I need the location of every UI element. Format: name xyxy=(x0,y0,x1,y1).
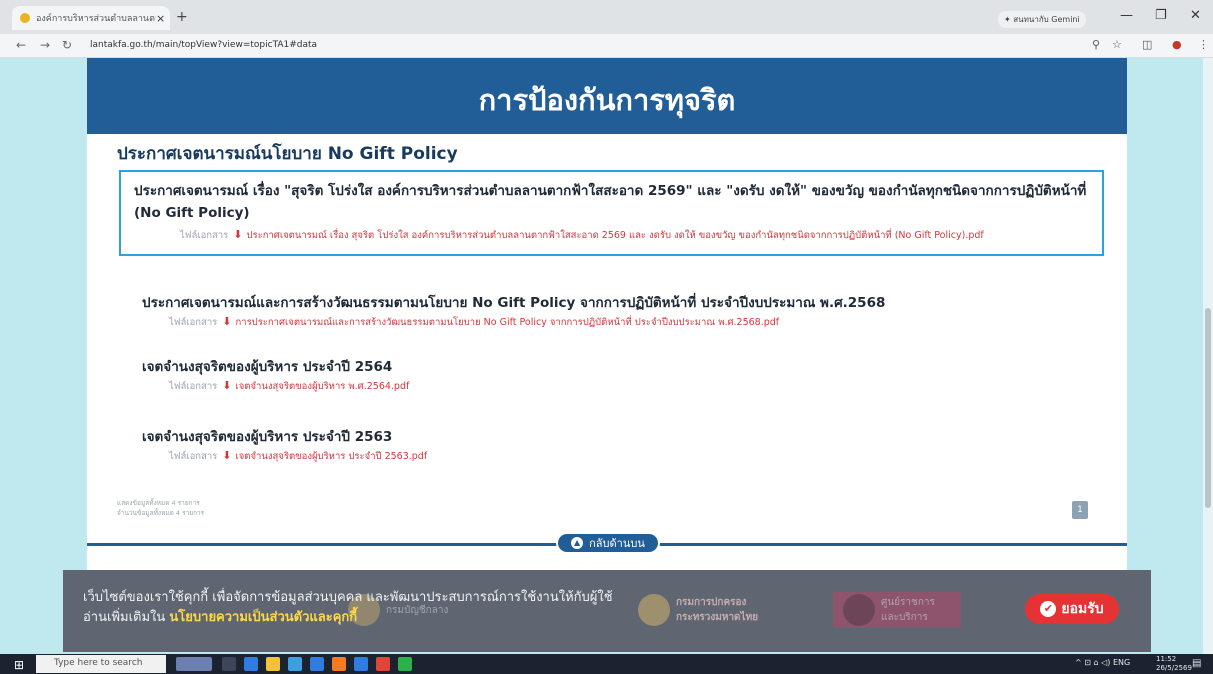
cookie-consent-banner: กรมบัญชีกลาง กรมการปกครอง กระทรวงมหาดไทย… xyxy=(63,570,1151,652)
browser-tab-bar: องค์การบริหารส่วนตำบลลานตากฟ้า × + ✦ สนท… xyxy=(0,0,1213,34)
record-stats: แสดงข้อมูลทั้งหมด 4 รายการ จำนวนข้อมูลทั… xyxy=(117,498,204,518)
zoom-icon[interactable]: ⚲ xyxy=(1092,38,1100,51)
notifications-icon[interactable]: ▤ xyxy=(1192,658,1201,669)
document-file[interactable]: ไฟล์เอกสาร ⬇ เจตจำนงสุจริตของผู้บริหาร พ.ศ… xyxy=(142,378,1104,395)
cookie-line2: อ่านเพิ่มเติมใน xyxy=(83,610,170,625)
document-file[interactable]: ไฟล์เอกสาร ⬇ เจตจำนงสุจริตของผู้บริหาร ประ… xyxy=(142,448,1104,465)
maximize-icon[interactable]: ❐ xyxy=(1155,8,1167,23)
line-icon[interactable] xyxy=(398,657,412,671)
taskview-icon[interactable] xyxy=(222,657,236,671)
download-icon[interactable]: ⬇ xyxy=(233,228,242,241)
document-item[interactable]: ประกาศเจตนารมณ์ เรื่อง "สุจริต โปร่งใส อ… xyxy=(119,170,1104,256)
content-card: การป้องกันการทุจริต ประกาศเจตนารมณ์นโยบา… xyxy=(87,58,1127,588)
document-title[interactable]: ประกาศเจตนารมณ์ เรื่อง "สุจริต โปร่งใส อ… xyxy=(134,180,1090,224)
taskbar-search[interactable]: Type here to search xyxy=(36,655,166,673)
cookie-message: เว็บไซต์ของเราใช้คุกกี้ เพื่อจัดการข้อมู… xyxy=(83,588,613,628)
page-title: การป้องกันการทุจริต xyxy=(478,83,736,117)
document-item[interactable]: เจตจำนงสุจริตของผู้บริหาร ประจำปี 2563 ไ… xyxy=(119,426,1104,465)
file-link[interactable]: เจตจำนงสุจริตของผู้บริหาร พ.ศ.2564.pdf xyxy=(235,381,409,392)
chrome-icon[interactable] xyxy=(376,657,390,671)
download-icon[interactable]: ⬇ xyxy=(222,449,231,462)
file-label: ไฟล์เอกสาร xyxy=(169,381,218,392)
browser-tab[interactable]: องค์การบริหารส่วนตำบลลานตากฟ้า × xyxy=(12,6,170,30)
file-link[interactable]: ประกาศเจตนารมณ์ เรื่อง สุจริต โปร่งใส อง… xyxy=(246,230,983,241)
back-icon[interactable]: ← xyxy=(16,38,26,52)
url-field[interactable]: lantakfa.go.th/main/topView?view=topicTA… xyxy=(90,40,317,50)
partner-logo: กรมการปกครอง กระทรวงมหาดไทย xyxy=(638,592,776,628)
store-icon[interactable] xyxy=(288,657,302,671)
windows-start-icon[interactable]: ⊞ xyxy=(14,658,24,672)
address-bar-row: ← → ↻ lantakfa.go.th/main/topView?view=t… xyxy=(0,34,1213,58)
app-icon[interactable] xyxy=(332,657,346,671)
back-to-top-label: กลับด้านบน xyxy=(589,537,645,550)
scrollbar-thumb[interactable] xyxy=(1205,308,1211,508)
gemini-button[interactable]: ✦ สนทนากับ Gemini xyxy=(998,11,1086,28)
mail-icon[interactable] xyxy=(310,657,324,671)
document-title[interactable]: เจตจำนงสุจริตของผู้บริหาร ประจำปี 2564 xyxy=(142,356,1104,378)
back-to-top-button[interactable]: ▲ กลับด้านบน xyxy=(556,532,660,554)
file-link[interactable]: การประกาศเจตนารมณ์และการสร้างวัฒนธรรมตาม… xyxy=(235,317,779,328)
tab-title: องค์การบริหารส่วนตำบลลานตากฟ้า xyxy=(36,14,156,24)
profile-avatar[interactable]: ● xyxy=(1172,38,1182,51)
bookmark-star-icon[interactable]: ☆ xyxy=(1112,38,1122,51)
stats-line: จำนวนข้อมูลทั้งหมด 4 รายการ xyxy=(117,509,205,517)
windows-taskbar: ⊞ Type here to search ^ ⊡ ⌂ ◁) ENG 11:52… xyxy=(0,654,1213,674)
cookie-line1: เว็บไซต์ของเราใช้คุกกี้ เพื่อจัดการข้อมู… xyxy=(83,590,613,605)
document-item[interactable]: ประกาศเจตนารมณ์และการสร้างวัฒนธรรมตามนโย… xyxy=(119,292,1104,331)
tab-close-icon[interactable]: × xyxy=(156,12,170,25)
check-icon: ✔ xyxy=(1040,601,1057,617)
partner-logo: ศูนย์ราชการ และบริการ xyxy=(833,592,961,628)
seal-icon xyxy=(843,594,875,626)
sidepanel-icon[interactable]: ◫ xyxy=(1142,38,1152,51)
document-file[interactable]: ไฟล์เอกสาร ⬇ ประกาศเจตนารมณ์ เรื่อง สุจริต… xyxy=(134,227,1090,244)
accept-label: ยอมรับ xyxy=(1061,601,1104,617)
document-title[interactable]: ประกาศเจตนารมณ์และการสร้างวัฒนธรรมตามนโย… xyxy=(142,292,1104,314)
site-favicon-icon xyxy=(20,13,30,23)
document-title[interactable]: เจตจำนงสุจริตของผู้บริหาร ประจำปี 2563 xyxy=(142,426,1104,448)
file-label: ไฟล์เอกสาร xyxy=(169,451,218,462)
edge-icon[interactable] xyxy=(244,657,258,671)
page-scrollbar[interactable] xyxy=(1203,58,1213,654)
file-label: ไฟล์เอกสาร xyxy=(169,317,218,328)
section-title: ประกาศเจตนารมณ์นโยบาย No Gift Policy xyxy=(117,144,458,164)
reload-icon[interactable]: ↻ xyxy=(62,38,72,52)
file-explorer-icon[interactable] xyxy=(266,657,280,671)
file-link[interactable]: เจตจำนงสุจริตของผู้บริหาร ประจำปี 2563.p… xyxy=(235,451,427,462)
privacy-policy-link[interactable]: นโยบายความเป็นส่วนตัวและคุกกี้ xyxy=(169,610,357,625)
pagination-page[interactable]: 1 xyxy=(1072,501,1088,519)
accept-cookies-button[interactable]: ✔ ยอมรับ xyxy=(1025,594,1119,624)
document-item[interactable]: เจตจำนงสุจริตของผู้บริหาร ประจำปี 2564 ไ… xyxy=(119,356,1104,395)
menu-icon[interactable]: ⋮ xyxy=(1198,38,1209,51)
task-view-widget-icon[interactable] xyxy=(176,657,212,671)
file-label: ไฟล์เอกสาร xyxy=(180,230,229,241)
close-window-icon[interactable]: ✕ xyxy=(1190,8,1201,23)
page-header: การป้องกันการทุจริต xyxy=(87,58,1127,134)
seal-icon xyxy=(638,594,670,626)
download-icon[interactable]: ⬇ xyxy=(222,379,231,392)
chevron-up-icon: ▲ xyxy=(571,537,584,549)
stats-line: แสดงข้อมูลทั้งหมด 4 รายการ xyxy=(117,499,200,507)
minimize-icon[interactable]: — xyxy=(1120,8,1133,23)
system-tray[interactable]: ^ ⊡ ⌂ ◁) ENG xyxy=(1075,658,1130,667)
taskbar-clock[interactable]: 11:52 26/5/2569 xyxy=(1156,655,1192,673)
new-tab-button[interactable]: + xyxy=(176,9,188,25)
download-icon[interactable]: ⬇ xyxy=(222,315,231,328)
document-file[interactable]: ไฟล์เอกสาร ⬇ การประกาศเจตนารมณ์และการสร้าง… xyxy=(142,314,1104,331)
word-icon[interactable] xyxy=(354,657,368,671)
forward-icon[interactable]: → xyxy=(40,38,50,52)
